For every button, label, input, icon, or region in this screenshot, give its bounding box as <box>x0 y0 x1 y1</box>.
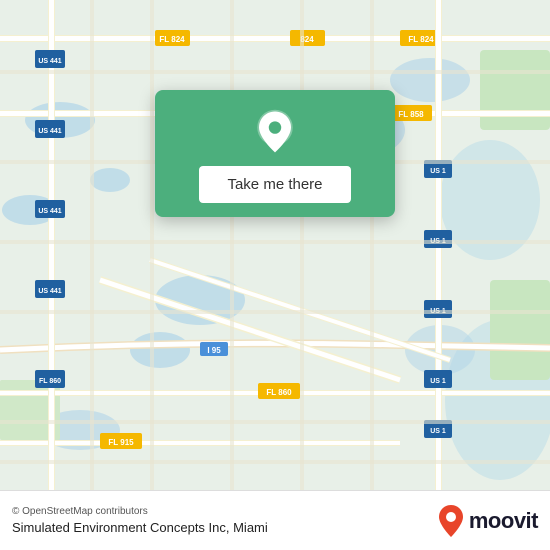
svg-text:FL 915: FL 915 <box>108 438 134 447</box>
bottom-info: © OpenStreetMap contributors Simulated E… <box>12 506 437 535</box>
svg-text:FL 824: FL 824 <box>408 35 434 44</box>
svg-text:US 1: US 1 <box>430 378 446 385</box>
map-container: FL 824 824 FL 824 FL 858 FL 858 I 95 FL … <box>0 0 550 490</box>
svg-text:US 1: US 1 <box>430 428 446 435</box>
location-name: Simulated Environment Concepts Inc, Miam… <box>12 520 437 535</box>
svg-text:FL 824: FL 824 <box>159 35 185 44</box>
svg-text:US 441: US 441 <box>38 58 61 65</box>
take-me-there-button[interactable]: Take me there <box>199 166 350 203</box>
svg-text:US 441: US 441 <box>38 128 61 135</box>
svg-text:FL 860: FL 860 <box>266 388 292 397</box>
moovit-logo: moovit <box>437 503 538 539</box>
location-pin-icon <box>251 108 299 156</box>
svg-text:FL 858: FL 858 <box>398 110 424 119</box>
svg-text:I 95: I 95 <box>207 346 221 355</box>
osm-credit: © OpenStreetMap contributors <box>12 506 437 517</box>
popup-card: Take me there <box>155 90 395 217</box>
svg-text:FL 860: FL 860 <box>39 378 61 385</box>
bottom-bar: © OpenStreetMap contributors Simulated E… <box>0 490 550 550</box>
svg-text:US 441: US 441 <box>38 288 61 295</box>
moovit-pin-icon <box>437 503 465 539</box>
moovit-text: moovit <box>469 508 538 534</box>
svg-text:US 1: US 1 <box>430 168 446 175</box>
svg-text:US 441: US 441 <box>38 208 61 215</box>
map-svg: FL 824 824 FL 824 FL 858 FL 858 I 95 FL … <box>0 0 550 490</box>
